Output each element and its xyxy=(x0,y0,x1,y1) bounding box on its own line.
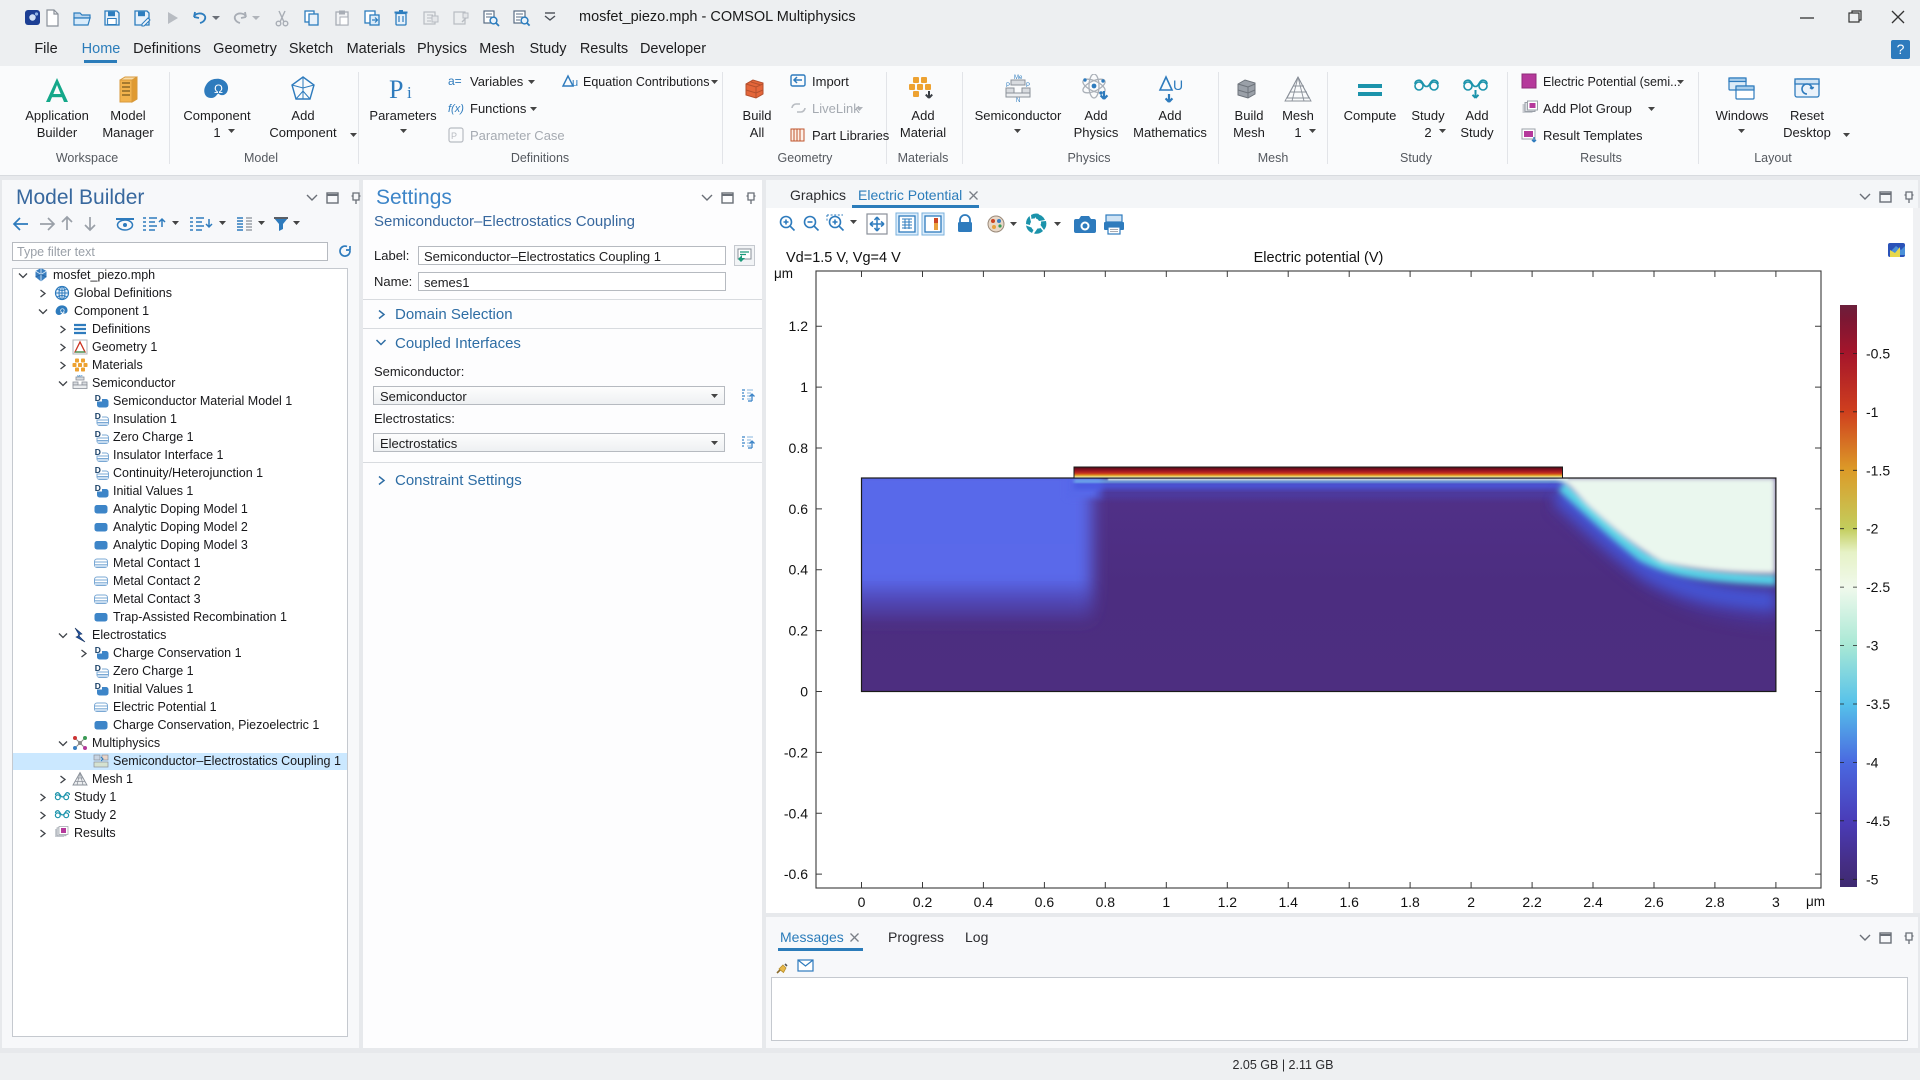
svg-text:P: P xyxy=(1026,83,1030,89)
svg-text:D: D xyxy=(95,483,101,493)
svg-text:1.8: 1.8 xyxy=(1400,894,1420,910)
svg-text:0.8: 0.8 xyxy=(1096,894,1116,910)
svg-text:1: 1 xyxy=(1162,894,1170,910)
svg-text:1.4: 1.4 xyxy=(1278,894,1298,910)
svg-text:Ω: Ω xyxy=(214,82,223,96)
svg-text:1.6: 1.6 xyxy=(1339,894,1359,910)
svg-text:-3: -3 xyxy=(1866,638,1879,654)
svg-text:P: P xyxy=(451,131,457,141)
svg-text:Ω: Ω xyxy=(60,308,65,315)
svg-text:D: D xyxy=(95,447,101,457)
svg-text:0: 0 xyxy=(858,894,866,910)
svg-text:Vd=1.5 V, Vg=4 V: Vd=1.5 V, Vg=4 V xyxy=(786,250,901,266)
svg-text:-4: -4 xyxy=(1866,754,1879,770)
svg-text:1.2: 1.2 xyxy=(789,318,809,334)
svg-text:D: D xyxy=(95,663,101,673)
svg-text:-1: -1 xyxy=(1866,404,1879,420)
svg-text:0.2: 0.2 xyxy=(789,623,809,639)
svg-text:3: 3 xyxy=(1772,894,1780,910)
svg-text:f(x): f(x) xyxy=(448,103,464,115)
svg-text:U: U xyxy=(1173,77,1183,93)
svg-text:-0.5: -0.5 xyxy=(1866,345,1890,361)
svg-text:μm: μm xyxy=(1806,894,1825,909)
svg-text:i: i xyxy=(407,83,412,102)
svg-text:D: D xyxy=(95,465,101,475)
svg-text:-0.4: -0.4 xyxy=(784,805,808,821)
svg-text:0.6: 0.6 xyxy=(1035,894,1055,910)
svg-text:-3.5: -3.5 xyxy=(1866,696,1890,712)
svg-text:0.4: 0.4 xyxy=(789,562,809,578)
svg-text:D: D xyxy=(95,393,101,403)
svg-text:2.8: 2.8 xyxy=(1705,894,1725,910)
svg-text:-2: -2 xyxy=(1866,521,1879,537)
svg-text:a=: a= xyxy=(448,74,462,88)
svg-text:D: D xyxy=(95,429,101,439)
svg-text:-0.2: -0.2 xyxy=(784,744,808,760)
svg-text:-5: -5 xyxy=(1866,871,1879,887)
svg-text:0.6: 0.6 xyxy=(789,501,809,517)
svg-text:2: 2 xyxy=(1467,894,1475,910)
svg-text:-2.5: -2.5 xyxy=(1866,579,1890,595)
svg-text:D: D xyxy=(95,645,101,655)
svg-text:Electric potential (V): Electric potential (V) xyxy=(1254,250,1384,266)
svg-text:D: D xyxy=(95,411,101,421)
svg-text:0.4: 0.4 xyxy=(974,894,994,910)
svg-text:-1.5: -1.5 xyxy=(1866,462,1890,478)
svg-text:2.6: 2.6 xyxy=(1644,894,1664,910)
svg-text:1.2: 1.2 xyxy=(1218,894,1238,910)
svg-text:0.8: 0.8 xyxy=(789,440,809,456)
svg-text:2.2: 2.2 xyxy=(1522,894,1542,910)
svg-text:0: 0 xyxy=(800,684,808,700)
svg-text:-0.6: -0.6 xyxy=(784,866,808,882)
svg-text:P: P xyxy=(1006,83,1010,89)
svg-text:μm: μm xyxy=(774,266,793,281)
svg-text:Me: Me xyxy=(1014,75,1023,81)
svg-text:2.4: 2.4 xyxy=(1583,894,1603,910)
svg-text:0.2: 0.2 xyxy=(913,894,933,910)
svg-text:Me: Me xyxy=(77,375,83,378)
svg-text:u: u xyxy=(572,77,578,89)
svg-text:P: P xyxy=(389,75,403,104)
svg-text:D: D xyxy=(95,681,101,691)
svg-text:-4.5: -4.5 xyxy=(1866,813,1890,829)
svg-text:N: N xyxy=(1016,98,1020,104)
svg-text:1: 1 xyxy=(800,379,808,395)
